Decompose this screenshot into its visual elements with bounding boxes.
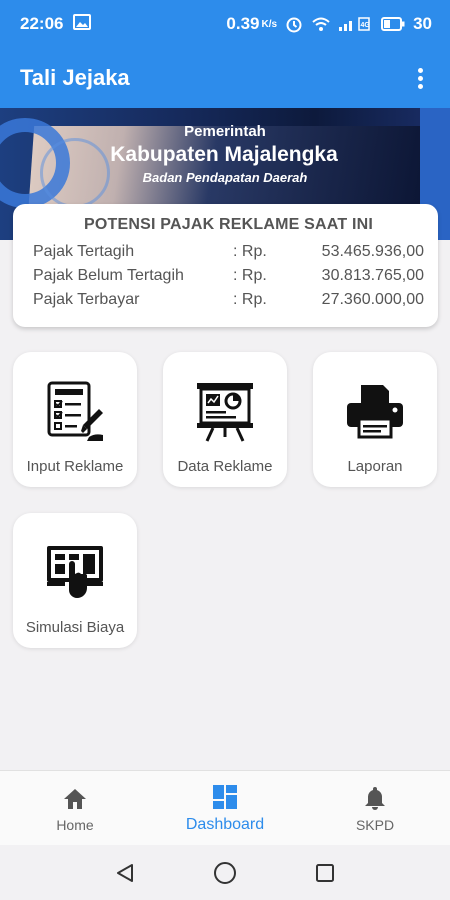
banner-line-2: Kabupaten Majalengka [110,143,338,166]
summary-label: Pajak Tertagih [33,243,135,260]
summary-row: Pajak Belum Tertagih : Rp. 30.813.765,00 [33,264,424,288]
status-bar: 22:06 0.39 K/s 4G 30 [0,0,450,48]
form-checklist-icon [40,376,110,446]
battery-icon [381,17,405,31]
input-reklame-tile[interactable]: Input Reklame [13,352,137,487]
summary-amount: 30.813.765,00 [321,267,424,284]
recents-square-icon[interactable] [295,853,355,893]
summary-row: Pajak Tertagih : Rp. 53.465.936,00 [33,240,424,264]
touch-screen-icon [40,537,110,607]
summary-currency: : Rp. [233,243,267,260]
nav-label-skpd: SKPD [355,817,395,833]
app-title: Tali Jejaka [20,65,130,90]
nav-item-dashboard[interactable]: Dashboard [150,771,300,845]
tile-label: Simulasi Biaya [25,619,125,636]
wifi-icon [311,16,331,32]
nav-label-dashboard: Dashboard [185,816,265,833]
app-bar: Tali Jejaka [0,48,450,108]
svg-text:4G: 4G [361,22,371,29]
network-speed: 0.39 [226,14,260,33]
banner-text: Pemerintah Kabupaten Majalengka Badan Pe… [0,122,450,188]
signal-icon: 4G [339,16,373,32]
bell-icon [364,783,386,811]
status-time: 22:06 [20,14,64,33]
bottom-navigation: Home Dashboard SKPD [0,770,450,845]
network-speed-unit: K/s [261,18,278,30]
summary-amount: 53.465.936,00 [321,243,424,260]
summary-heading: POTENSI PAJAK REKLAME SAAT INI [84,216,373,233]
summary-amount: 27.360.000,00 [321,291,424,308]
summary-currency: : Rp. [233,267,267,284]
banner-line-3: Badan Pendapatan Daerah [142,170,308,185]
summary-row: Pajak Terbayar : Rp. 27.360.000,00 [33,288,424,312]
laporan-tile[interactable]: Laporan [313,352,437,487]
tile-label: Laporan [347,458,403,475]
summary-label: Pajak Belum Tertagih [33,267,184,284]
summary-currency: : Rp. [233,291,267,308]
back-icon[interactable] [95,853,155,893]
nav-label-home: Home [56,817,94,833]
tax-summary-card: POTENSI PAJAK REKLAME SAAT INI Pajak Ter… [13,204,438,327]
home-circle-icon[interactable] [195,853,255,893]
banner-line-1: Pemerintah [184,123,266,140]
summary-label: Pajak Terbayar [33,291,140,308]
nav-item-home[interactable]: Home [0,771,150,845]
simulasi-biaya-tile[interactable]: Simulasi Biaya [13,513,137,648]
overflow-menu-icon[interactable] [410,63,430,93]
nav-item-skpd[interactable]: SKPD [300,771,450,845]
tile-label: Data Reklame [177,458,273,475]
printer-icon [340,376,410,446]
dashboard-icon [212,782,238,810]
home-icon [62,783,88,811]
alarm-icon [285,15,303,33]
gallery-notification-icon [73,13,92,35]
tile-label: Input Reklame [26,458,124,475]
presentation-board-icon [190,376,260,446]
system-navigation-bar [0,845,450,900]
data-reklame-tile[interactable]: Data Reklame [163,352,287,487]
battery-level: 30 [413,14,432,33]
